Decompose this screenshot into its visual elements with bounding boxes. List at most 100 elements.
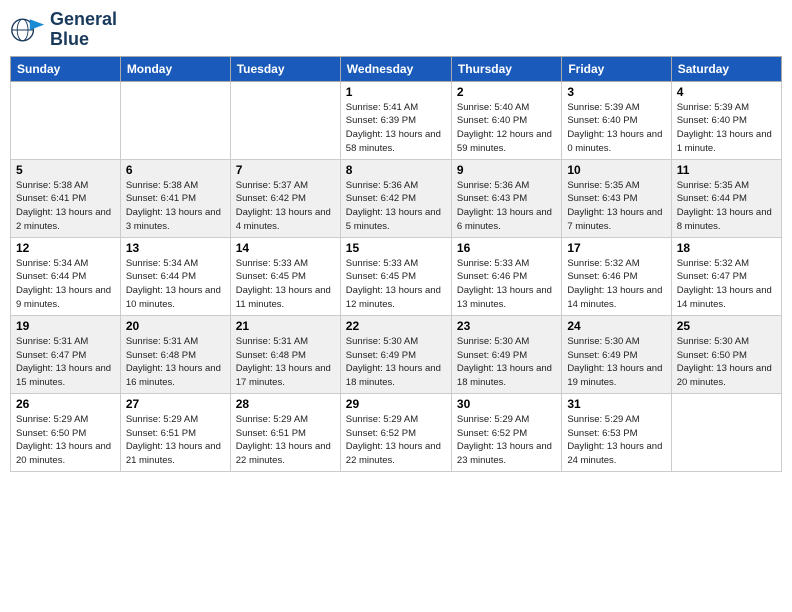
calendar-cell: 22 Sunrise: 5:30 AM Sunset: 6:49 PM Dayli… [340, 315, 451, 393]
day-info: Sunrise: 5:35 AM Sunset: 6:44 PM Dayligh… [677, 179, 776, 234]
page-header: General Blue [10, 10, 782, 50]
day-header-monday: Monday [120, 56, 230, 81]
day-info: Sunrise: 5:29 AM Sunset: 6:52 PM Dayligh… [346, 413, 446, 468]
day-number: 21 [236, 319, 335, 333]
week-row-3: 12Sunrise: 5:34 AM Sunset: 6:44 PM Dayli… [11, 237, 782, 315]
day-info: Sunrise: 5:40 AM Sunset: 6:40 PM Dayligh… [457, 101, 556, 156]
day-info: Sunrise: 5:29 AM Sunset: 6:52 PM Dayligh… [457, 413, 556, 468]
calendar-cell: 20 Sunrise: 5:31 AM Sunset: 6:48 PM Dayli… [120, 315, 230, 393]
calendar-cell: 13 Sunrise: 5:34 AM Sunset: 6:44 PM Dayli… [120, 237, 230, 315]
day-header-friday: Friday [562, 56, 671, 81]
calendar-cell [11, 81, 121, 159]
day-number: 16 [457, 241, 556, 255]
calendar-cell: 5 Sunrise: 5:38 AM Sunset: 6:41 PM Daylig… [11, 159, 121, 237]
day-info: Sunrise: 5:34 AM Sunset: 6:44 PM Dayligh… [126, 257, 225, 312]
day-info: Sunrise: 5:30 AM Sunset: 6:49 PM Dayligh… [457, 335, 556, 390]
calendar-cell: 21 Sunrise: 5:31 AM Sunset: 6:48 PM Dayli… [230, 315, 340, 393]
week-row-2: 5 Sunrise: 5:38 AM Sunset: 6:41 PM Daylig… [11, 159, 782, 237]
day-number: 20 [126, 319, 225, 333]
calendar-cell: 8 Sunrise: 5:36 AM Sunset: 6:42 PM Daylig… [340, 159, 451, 237]
calendar-cell: 26Sunrise: 5:29 AM Sunset: 6:50 PM Dayli… [11, 393, 121, 471]
calendar-cell: 10 Sunrise: 5:35 AM Sunset: 6:43 PM Dayli… [562, 159, 671, 237]
day-info: Sunrise: 5:34 AM Sunset: 6:44 PM Dayligh… [16, 257, 115, 312]
calendar-cell: 15 Sunrise: 5:33 AM Sunset: 6:45 PM Dayli… [340, 237, 451, 315]
day-number: 23 [457, 319, 556, 333]
calendar-cell: 30 Sunrise: 5:29 AM Sunset: 6:52 PM Dayli… [451, 393, 561, 471]
day-number: 4 [677, 85, 776, 99]
day-info: Sunrise: 5:30 AM Sunset: 6:50 PM Dayligh… [677, 335, 776, 390]
logo: General Blue [10, 10, 117, 50]
calendar-cell: 1 Sunrise: 5:41 AM Sunset: 6:39 PM Daylig… [340, 81, 451, 159]
calendar-cell: 7 Sunrise: 5:37 AM Sunset: 6:42 PM Daylig… [230, 159, 340, 237]
day-number: 22 [346, 319, 446, 333]
day-info: Sunrise: 5:39 AM Sunset: 6:40 PM Dayligh… [567, 101, 665, 156]
calendar-cell: 29 Sunrise: 5:29 AM Sunset: 6:52 PM Dayli… [340, 393, 451, 471]
calendar-cell: 9 Sunrise: 5:36 AM Sunset: 6:43 PM Daylig… [451, 159, 561, 237]
day-info: Sunrise: 5:33 AM Sunset: 6:46 PM Dayligh… [457, 257, 556, 312]
calendar-cell [120, 81, 230, 159]
day-header-wednesday: Wednesday [340, 56, 451, 81]
day-header-sunday: Sunday [11, 56, 121, 81]
day-number: 1 [346, 85, 446, 99]
day-number: 11 [677, 163, 776, 177]
day-number: 6 [126, 163, 225, 177]
day-header-thursday: Thursday [451, 56, 561, 81]
day-number: 7 [236, 163, 335, 177]
calendar-cell [230, 81, 340, 159]
day-number: 14 [236, 241, 335, 255]
day-number: 29 [346, 397, 446, 411]
calendar-cell: 4Sunrise: 5:39 AM Sunset: 6:40 PM Daylig… [671, 81, 781, 159]
day-number: 31 [567, 397, 665, 411]
day-info: Sunrise: 5:38 AM Sunset: 6:41 PM Dayligh… [126, 179, 225, 234]
calendar-cell: 3 Sunrise: 5:39 AM Sunset: 6:40 PM Daylig… [562, 81, 671, 159]
day-number: 3 [567, 85, 665, 99]
header-row: SundayMondayTuesdayWednesdayThursdayFrid… [11, 56, 782, 81]
day-info: Sunrise: 5:29 AM Sunset: 6:51 PM Dayligh… [126, 413, 225, 468]
day-info: Sunrise: 5:29 AM Sunset: 6:50 PM Dayligh… [16, 413, 115, 468]
calendar-cell: 31 Sunrise: 5:29 AM Sunset: 6:53 PM Dayli… [562, 393, 671, 471]
calendar-cell: 28Sunrise: 5:29 AM Sunset: 6:51 PM Dayli… [230, 393, 340, 471]
day-number: 24 [567, 319, 665, 333]
calendar-cell: 11 Sunrise: 5:35 AM Sunset: 6:44 PM Dayli… [671, 159, 781, 237]
day-info: Sunrise: 5:31 AM Sunset: 6:48 PM Dayligh… [126, 335, 225, 390]
day-info: Sunrise: 5:38 AM Sunset: 6:41 PM Dayligh… [16, 179, 115, 234]
logo-text: General Blue [50, 10, 117, 50]
day-info: Sunrise: 5:30 AM Sunset: 6:49 PM Dayligh… [346, 335, 446, 390]
day-info: Sunrise: 5:41 AM Sunset: 6:39 PM Dayligh… [346, 101, 446, 156]
calendar-table: SundayMondayTuesdayWednesdayThursdayFrid… [10, 56, 782, 472]
day-number: 30 [457, 397, 556, 411]
calendar-cell: 14 Sunrise: 5:33 AM Sunset: 6:45 PM Dayli… [230, 237, 340, 315]
calendar-cell: 2Sunrise: 5:40 AM Sunset: 6:40 PM Daylig… [451, 81, 561, 159]
day-number: 15 [346, 241, 446, 255]
day-number: 19 [16, 319, 115, 333]
day-info: Sunrise: 5:30 AM Sunset: 6:49 PM Dayligh… [567, 335, 665, 390]
day-number: 10 [567, 163, 665, 177]
day-number: 17 [567, 241, 665, 255]
day-header-saturday: Saturday [671, 56, 781, 81]
day-info: Sunrise: 5:29 AM Sunset: 6:53 PM Dayligh… [567, 413, 665, 468]
week-row-5: 26Sunrise: 5:29 AM Sunset: 6:50 PM Dayli… [11, 393, 782, 471]
week-row-1: 1 Sunrise: 5:41 AM Sunset: 6:39 PM Daylig… [11, 81, 782, 159]
day-number: 5 [16, 163, 115, 177]
calendar-cell: 25Sunrise: 5:30 AM Sunset: 6:50 PM Dayli… [671, 315, 781, 393]
calendar-cell: 27Sunrise: 5:29 AM Sunset: 6:51 PM Dayli… [120, 393, 230, 471]
day-info: Sunrise: 5:33 AM Sunset: 6:45 PM Dayligh… [236, 257, 335, 312]
calendar-cell: 19 Sunrise: 5:31 AM Sunset: 6:47 PM Dayli… [11, 315, 121, 393]
calendar-cell: 16 Sunrise: 5:33 AM Sunset: 6:46 PM Dayli… [451, 237, 561, 315]
day-info: Sunrise: 5:31 AM Sunset: 6:48 PM Dayligh… [236, 335, 335, 390]
day-info: Sunrise: 5:33 AM Sunset: 6:45 PM Dayligh… [346, 257, 446, 312]
day-info: Sunrise: 5:36 AM Sunset: 6:43 PM Dayligh… [457, 179, 556, 234]
day-header-tuesday: Tuesday [230, 56, 340, 81]
calendar-cell: 18Sunrise: 5:32 AM Sunset: 6:47 PM Dayli… [671, 237, 781, 315]
day-info: Sunrise: 5:37 AM Sunset: 6:42 PM Dayligh… [236, 179, 335, 234]
calendar-cell: 17Sunrise: 5:32 AM Sunset: 6:46 PM Dayli… [562, 237, 671, 315]
day-number: 8 [346, 163, 446, 177]
day-info: Sunrise: 5:36 AM Sunset: 6:42 PM Dayligh… [346, 179, 446, 234]
day-number: 9 [457, 163, 556, 177]
day-number: 13 [126, 241, 225, 255]
day-info: Sunrise: 5:35 AM Sunset: 6:43 PM Dayligh… [567, 179, 665, 234]
logo-icon [10, 12, 46, 48]
day-number: 18 [677, 241, 776, 255]
calendar-cell: 24 Sunrise: 5:30 AM Sunset: 6:49 PM Dayli… [562, 315, 671, 393]
day-info: Sunrise: 5:31 AM Sunset: 6:47 PM Dayligh… [16, 335, 115, 390]
